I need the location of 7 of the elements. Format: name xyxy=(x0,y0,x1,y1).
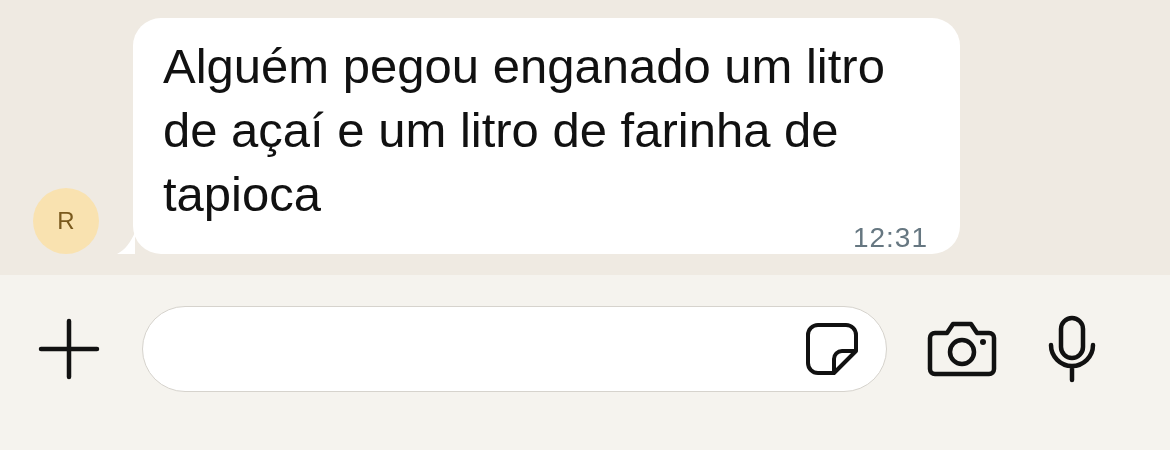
plus-icon[interactable] xyxy=(38,317,100,380)
camera-icon[interactable] xyxy=(927,320,997,377)
microphone-icon[interactable] xyxy=(1047,314,1097,383)
sticker-icon[interactable] xyxy=(804,320,860,377)
sender-avatar: R xyxy=(33,188,99,254)
message-text: Alguém pegou enganado um litro de açaí e um litro de farinha de tapioca xyxy=(163,38,886,223)
message-time: 12:31 xyxy=(852,226,928,250)
